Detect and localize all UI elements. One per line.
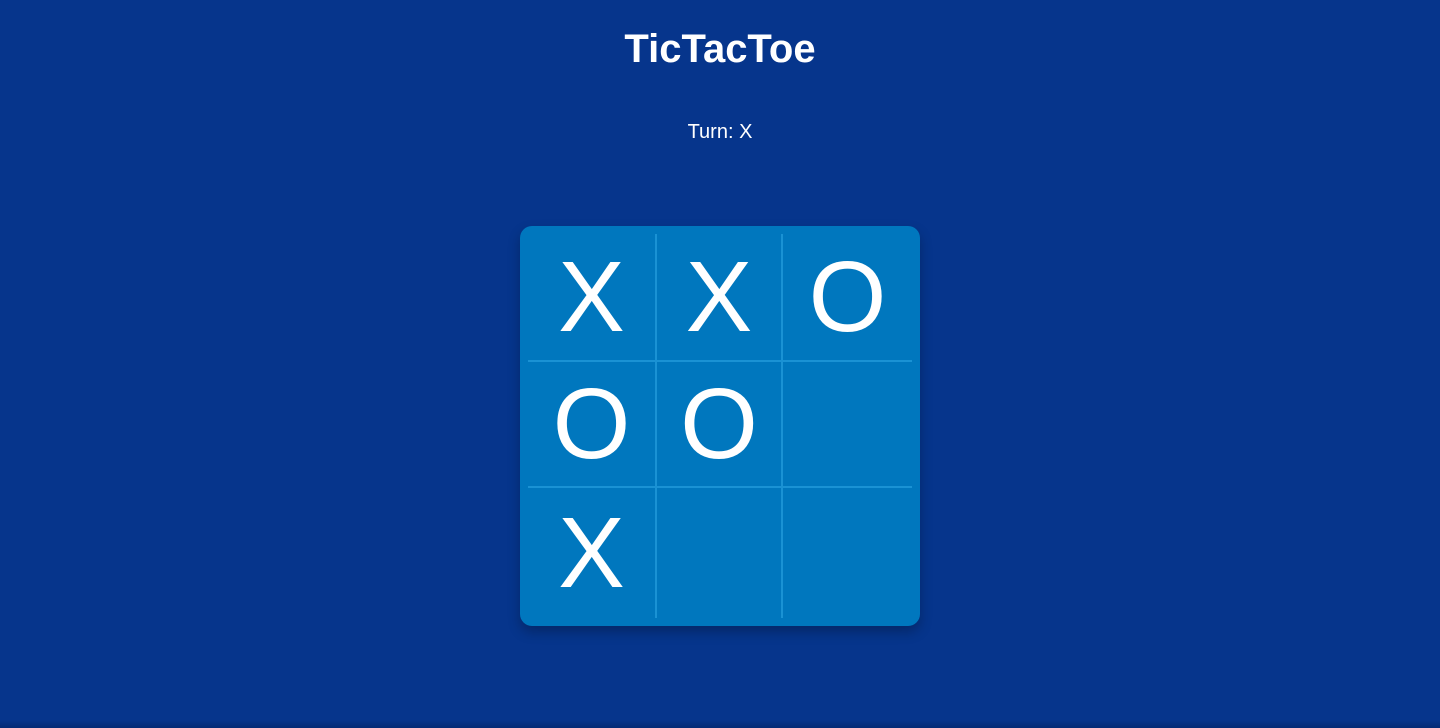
- board-grid: X X O O O X: [528, 234, 912, 618]
- board-cell-0-2[interactable]: O: [783, 234, 912, 362]
- bottom-shade: [0, 720, 1440, 728]
- board-cell-1-0[interactable]: O: [528, 362, 657, 488]
- turn-indicator: Turn: X: [687, 121, 753, 143]
- board-cell-0-1[interactable]: X: [657, 234, 783, 362]
- board-cell-1-2[interactable]: [783, 362, 912, 488]
- board-cell-2-2[interactable]: [783, 488, 912, 618]
- game-title: TicTacToe: [624, 27, 816, 71]
- game-page: TicTacToe Turn: X X X O O O X: [0, 0, 1440, 728]
- board-cell-0-0[interactable]: X: [528, 234, 657, 362]
- board-cell-1-1[interactable]: O: [657, 362, 783, 488]
- board-cell-2-0[interactable]: X: [528, 488, 657, 618]
- board-cell-2-1[interactable]: [657, 488, 783, 618]
- game-board: X X O O O X: [520, 226, 920, 626]
